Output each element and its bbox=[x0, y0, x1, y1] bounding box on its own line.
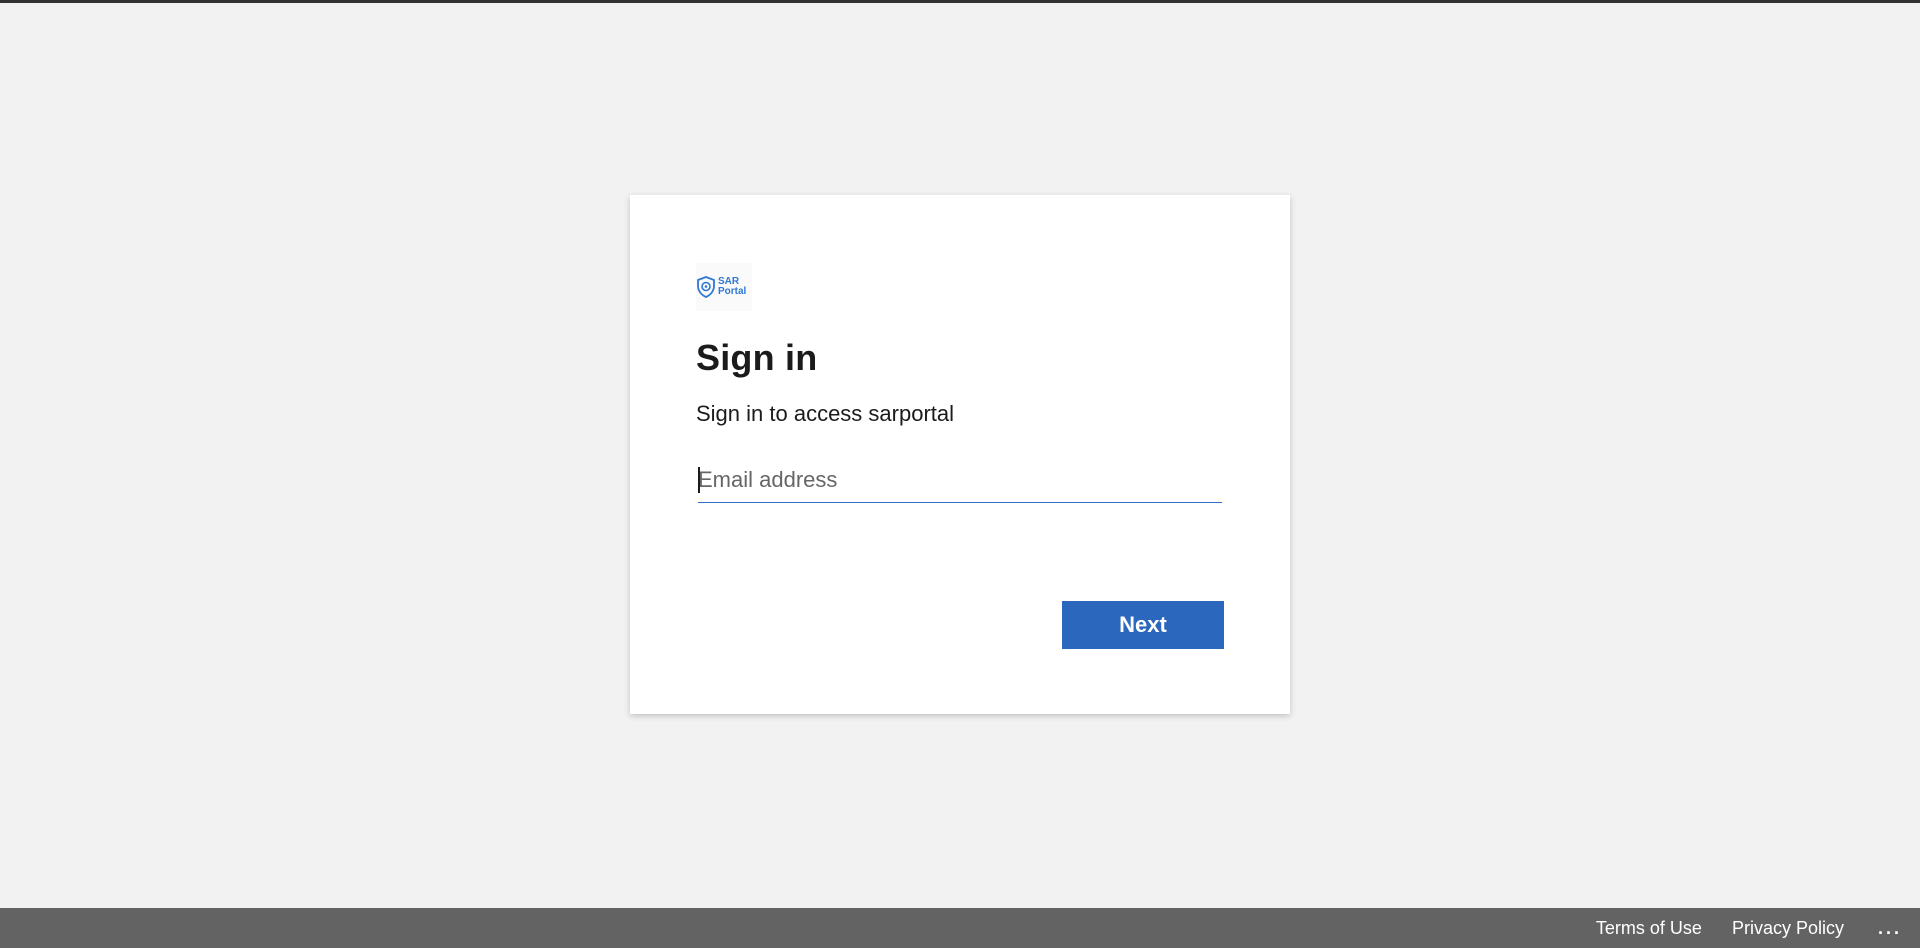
top-border bbox=[0, 0, 1920, 3]
text-caret bbox=[698, 467, 700, 493]
footer: Terms of Use Privacy Policy ... bbox=[0, 908, 1920, 948]
privacy-policy-link[interactable]: Privacy Policy bbox=[1732, 918, 1844, 939]
next-button[interactable]: Next bbox=[1062, 601, 1224, 649]
more-options-button[interactable]: ... bbox=[1878, 918, 1902, 939]
logo-text: SAR Portal bbox=[718, 277, 746, 297]
shield-icon bbox=[696, 276, 716, 298]
logo-text-line2: Portal bbox=[718, 286, 747, 297]
terms-of-use-link[interactable]: Terms of Use bbox=[1596, 918, 1702, 939]
email-field[interactable] bbox=[698, 458, 1222, 502]
page-subtitle: Sign in to access sarportal bbox=[696, 401, 955, 426]
page-title: Sign in bbox=[696, 337, 818, 378]
sarportal-logo: SAR Portal bbox=[696, 263, 752, 311]
email-field-container bbox=[698, 458, 1222, 503]
signin-card: SAR Portal Sign in Sign in to access sar… bbox=[630, 195, 1290, 714]
